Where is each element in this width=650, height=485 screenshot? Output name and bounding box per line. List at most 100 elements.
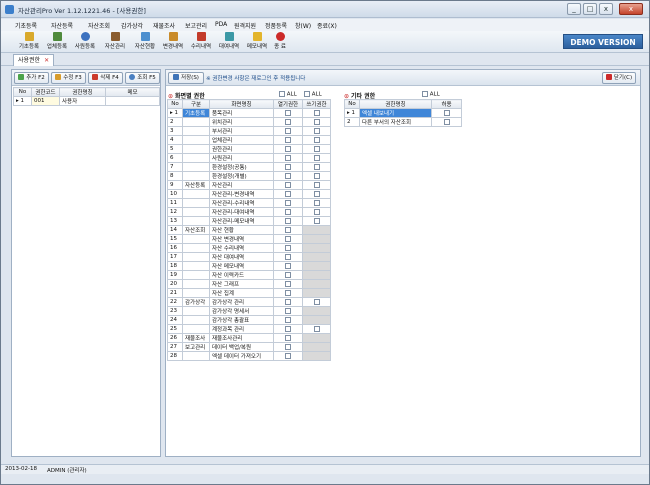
table-row[interactable]: 2 다른 부서의 자산조회 xyxy=(344,117,462,127)
table-row[interactable]: 19 자산 이력카드 xyxy=(167,270,331,280)
toolbar-basic-button[interactable]: 기초등록 xyxy=(15,32,43,52)
open-permission-checkbox[interactable] xyxy=(285,190,291,197)
open-permission-checkbox[interactable] xyxy=(285,145,291,152)
table-row[interactable]: 28 엑셀 데이터 가져오기 xyxy=(167,351,331,361)
row-open-permission[interactable] xyxy=(273,189,303,199)
write-permission-checkbox[interactable] xyxy=(313,109,320,116)
menu-license[interactable]: 정품등록 xyxy=(265,21,287,30)
row-open-permission[interactable] xyxy=(273,207,303,217)
edit-button[interactable]: 수정 F3 xyxy=(51,72,86,84)
row-write-permission[interactable] xyxy=(302,189,331,199)
table-row[interactable]: 9 자산등록 자산관리 xyxy=(167,180,331,190)
row-open-permission[interactable] xyxy=(273,252,303,262)
open-permission-checkbox[interactable] xyxy=(285,226,291,233)
table-row[interactable]: 8 환경설정(개별) xyxy=(167,171,331,181)
allow-all-checkbox[interactable] xyxy=(422,91,428,97)
row-name[interactable]: 사용자 xyxy=(59,96,106,106)
row-write-permission[interactable] xyxy=(302,126,331,136)
open-permission-checkbox[interactable] xyxy=(285,127,291,134)
row-open-permission[interactable] xyxy=(273,243,303,253)
table-row[interactable]: 16 자산 수리내역 xyxy=(167,243,331,253)
add-button[interactable]: 추가 F2 xyxy=(14,72,49,84)
row-open-permission[interactable] xyxy=(273,324,303,334)
table-row[interactable]: 7 환경설정(공통) xyxy=(167,162,331,172)
write-permission-checkbox[interactable] xyxy=(313,136,320,143)
open-permission-checkbox[interactable] xyxy=(285,172,291,179)
table-row[interactable]: 14 자산조회 자산 현황 xyxy=(167,225,331,235)
row-write-permission[interactable] xyxy=(302,216,331,226)
table-row[interactable]: 20 자산 그래프 xyxy=(167,279,331,289)
open-permission-checkbox[interactable] xyxy=(285,352,291,359)
row-open-permission[interactable] xyxy=(273,333,303,343)
row-open-permission[interactable] xyxy=(273,126,303,136)
row-open-permission[interactable] xyxy=(273,270,303,280)
open-permission-checkbox[interactable] xyxy=(285,109,291,116)
table-row[interactable]: 5 권한관리 xyxy=(167,144,331,154)
open-permission-checkbox[interactable] xyxy=(285,271,291,278)
write-permission-checkbox[interactable] xyxy=(313,172,320,179)
toolbar-asset-button[interactable]: 자산관리 xyxy=(101,32,129,52)
table-row[interactable]: ▸ 1 001 사용자 xyxy=(13,96,160,106)
table-row[interactable]: ▸ 1 기초등록 품목관리 xyxy=(167,108,331,118)
row-allow[interactable] xyxy=(431,117,462,127)
table-row[interactable]: 25 계정과목 관리 xyxy=(167,324,331,334)
table-row[interactable]: 24 감가상각 총괄표 xyxy=(167,315,331,325)
row-open-permission[interactable] xyxy=(273,315,303,325)
toolbar-status-button[interactable]: 자산현황 xyxy=(131,32,159,52)
search-button[interactable]: 조회 F5 xyxy=(125,72,160,84)
table-row[interactable]: 6 사원관리 xyxy=(167,153,331,163)
row-write-permission[interactable] xyxy=(302,180,331,190)
open-permission-checkbox[interactable] xyxy=(285,325,291,332)
write-permission-checkbox[interactable] xyxy=(313,118,320,125)
toolbar-repair-button[interactable]: 수리내역 xyxy=(187,32,215,52)
menu-exit[interactable]: 종료(X) xyxy=(317,21,337,30)
row-write-permission[interactable] xyxy=(302,207,331,217)
row-write-permission[interactable] xyxy=(302,162,331,172)
mdi-restore-button[interactable]: □ xyxy=(583,3,597,15)
table-row[interactable]: 18 자산 메모내역 xyxy=(167,261,331,271)
open-permission-checkbox[interactable] xyxy=(285,244,291,251)
row-open-permission[interactable] xyxy=(273,153,303,163)
table-row[interactable]: 23 감가상각 명세서 xyxy=(167,306,331,316)
row-open-permission[interactable] xyxy=(273,261,303,271)
menu-remote[interactable]: 원격지원 xyxy=(234,21,256,30)
table-row[interactable]: 11 자산관리-수리내역 xyxy=(167,198,331,208)
row-open-permission[interactable] xyxy=(273,198,303,208)
write-permission-checkbox[interactable] xyxy=(313,208,320,215)
write-permission-checkbox[interactable] xyxy=(313,325,320,332)
write-permission-checkbox[interactable] xyxy=(313,163,320,170)
row-write-permission[interactable] xyxy=(302,324,331,334)
open-permission-checkbox[interactable] xyxy=(285,199,291,206)
open-permission-checkbox[interactable] xyxy=(285,163,291,170)
open-permission-checkbox[interactable] xyxy=(285,136,291,143)
open-permission-checkbox[interactable] xyxy=(285,280,291,287)
row-open-permission[interactable] xyxy=(273,351,303,361)
table-row[interactable]: 21 자산 집계 xyxy=(167,288,331,298)
row-open-permission[interactable] xyxy=(273,306,303,316)
allow-checkbox[interactable] xyxy=(443,118,450,125)
row-open-permission[interactable] xyxy=(273,135,303,145)
menu-window[interactable]: 창(W) xyxy=(295,21,311,30)
open-permission-checkbox[interactable] xyxy=(285,334,291,341)
menu-depreciation[interactable]: 감가상각 xyxy=(121,21,143,30)
row-open-permission[interactable] xyxy=(273,180,303,190)
row-open-permission[interactable] xyxy=(273,171,303,181)
row-open-permission[interactable] xyxy=(273,225,303,235)
open-permission-checkbox[interactable] xyxy=(285,289,291,296)
save-button[interactable]: 저장(S) xyxy=(168,72,204,84)
table-row[interactable]: 13 자산관리-메모내역 xyxy=(167,216,331,226)
row-allow[interactable] xyxy=(431,108,462,118)
write-permission-checkbox[interactable] xyxy=(313,190,320,197)
table-row[interactable]: 3 부서관리 xyxy=(167,126,331,136)
row-write-permission[interactable] xyxy=(302,144,331,154)
row-open-permission[interactable] xyxy=(273,108,303,118)
write-permission-checkbox[interactable] xyxy=(313,127,320,134)
open-permission-checkbox[interactable] xyxy=(285,154,291,161)
table-row[interactable]: 2 위치관리 xyxy=(167,117,331,127)
row-open-permission[interactable] xyxy=(273,162,303,172)
row-open-permission[interactable] xyxy=(273,342,303,352)
toolbar-memo-button[interactable]: 메모내역 xyxy=(243,32,271,52)
toolbar-exit-button[interactable]: 종 료 xyxy=(271,32,289,52)
window-close-button[interactable]: x xyxy=(619,3,643,15)
close-button[interactable]: 닫기(C) xyxy=(602,72,636,84)
